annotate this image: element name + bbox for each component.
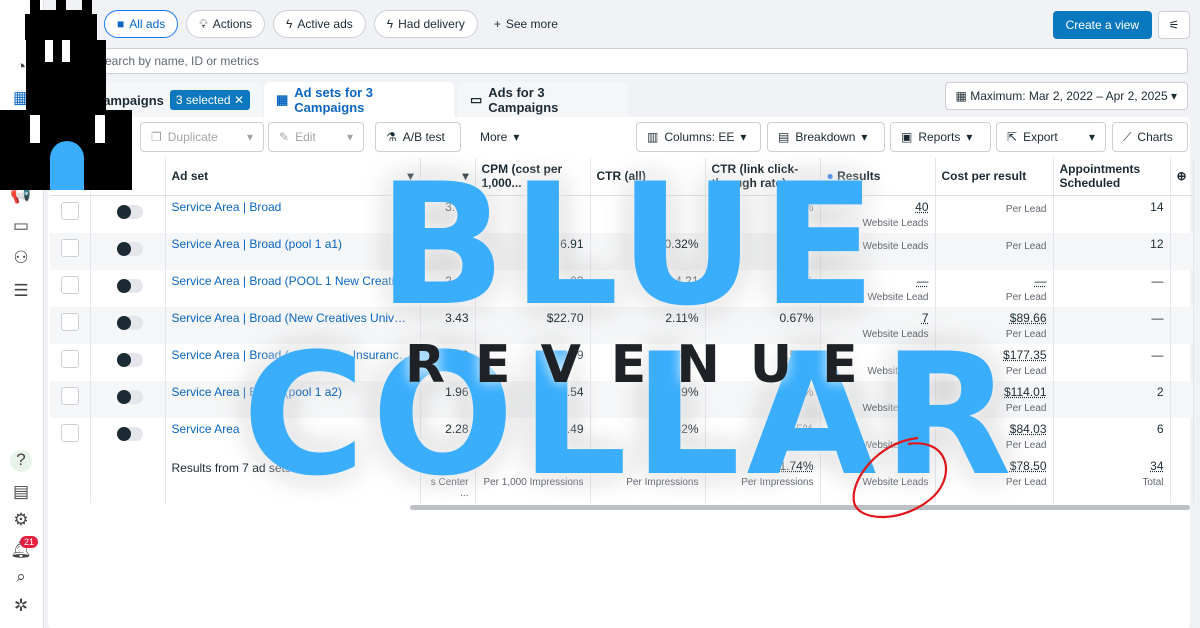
- chevron-down-icon[interactable]: ▾: [247, 130, 253, 144]
- reports-icon: ▣: [901, 130, 913, 144]
- charts-button[interactable]: ⟋ Charts: [1112, 122, 1188, 152]
- filter-active-ads[interactable]: ϟ Active ads: [273, 10, 366, 38]
- filter-label: Active ads: [297, 17, 353, 31]
- selected-chip[interactable]: 3 selected ✕: [169, 90, 250, 110]
- breakdown-icon: ▤: [778, 130, 790, 144]
- red-circle-annotation: [852, 436, 948, 519]
- bug-icon[interactable]: ✲: [10, 596, 32, 618]
- search-input[interactable]: Search by name, ID or metrics: [44, 48, 1188, 74]
- columns-icon: ▥: [647, 130, 659, 144]
- pencil-icon: ✎: [279, 130, 290, 144]
- edit-label: Edit: [295, 130, 316, 144]
- ad-icon: ▭: [470, 92, 483, 107]
- overlay-subtitle: REVENUE: [405, 335, 888, 395]
- reports-label: Reports: [918, 130, 961, 144]
- sliders-icon[interactable]: ⚟: [1158, 11, 1190, 39]
- export-icon: ⇱: [1007, 130, 1018, 144]
- see-more-label: See more: [505, 17, 558, 31]
- ab-label: A/B test: [402, 130, 445, 144]
- tab-label: Ad sets for 3 Campaigns: [294, 85, 374, 115]
- chevron-down-icon[interactable]: ▾: [1089, 130, 1095, 144]
- breakdown-label: Breakdown: [795, 130, 856, 144]
- edit-button[interactable]: ✎ Edit ▾: [268, 122, 364, 152]
- bolt-icon: ϟ: [286, 17, 293, 31]
- columns-label: Columns: EE: [664, 130, 735, 144]
- tab-ads[interactable]: ▭ Ads for 3 Campaigns: [458, 82, 628, 118]
- export-label: Export: [1023, 130, 1058, 144]
- filter-label: Actions: [212, 17, 253, 31]
- selected-label: 3 selected: [175, 93, 231, 107]
- duplicate-icon: ❐: [151, 130, 162, 144]
- grid-icon: ▦: [276, 92, 289, 107]
- more-label: More: [480, 130, 508, 144]
- lightbulb-icon: 💡︎: [199, 16, 208, 31]
- duplicate-button[interactable]: ❐ Duplicate ▾: [140, 122, 264, 152]
- plus-icon: +: [493, 17, 501, 31]
- export-button[interactable]: ⇱ Export ▾: [996, 122, 1106, 152]
- create-view-button[interactable]: Create a view: [1052, 11, 1152, 39]
- calendar-icon: ▦: [955, 89, 971, 103]
- flask-icon: ⚗: [386, 130, 397, 144]
- reports-button[interactable]: ▣ Reports ▾: [890, 122, 991, 152]
- search-icon[interactable]: ⌕: [10, 567, 32, 589]
- chart-icon: ⟋: [1123, 129, 1132, 144]
- bolt-icon: ϟ: [386, 17, 394, 31]
- settings-icon[interactable]: ⚙: [10, 510, 32, 532]
- chevron-down-icon[interactable]: ▾: [347, 130, 353, 144]
- filter-bar: ■ All ads 💡︎ Actions ϟ Active ads ϟ Had deli…: [44, 0, 1200, 48]
- charts-label: Charts: [1137, 130, 1173, 144]
- date-range-picker[interactable]: ▦ Maximum: Mar 2, 2022 – Apr 2, 2025 ▾: [944, 82, 1188, 110]
- filter-actions[interactable]: 💡︎ Actions: [186, 10, 266, 38]
- date-range-label: Maximum: Mar 2, 2022 – Apr 2, 2025: [970, 89, 1168, 103]
- see-more-button[interactable]: + See more: [486, 17, 566, 31]
- filter-label: Had delivery: [398, 17, 465, 31]
- close-icon[interactable]: ✕: [234, 93, 244, 107]
- overlay-title: BLUE COLLAR: [242, 147, 1018, 513]
- tab-label: Ads for 3 Campaigns: [488, 85, 559, 115]
- tab-adsets[interactable]: ▦ Ad sets for 3 Campaigns: [264, 82, 454, 118]
- duplicate-label: Duplicate: [167, 130, 218, 144]
- notification-badge: 21: [20, 536, 39, 548]
- filter-had-delivery[interactable]: ϟ Had delivery: [373, 10, 478, 38]
